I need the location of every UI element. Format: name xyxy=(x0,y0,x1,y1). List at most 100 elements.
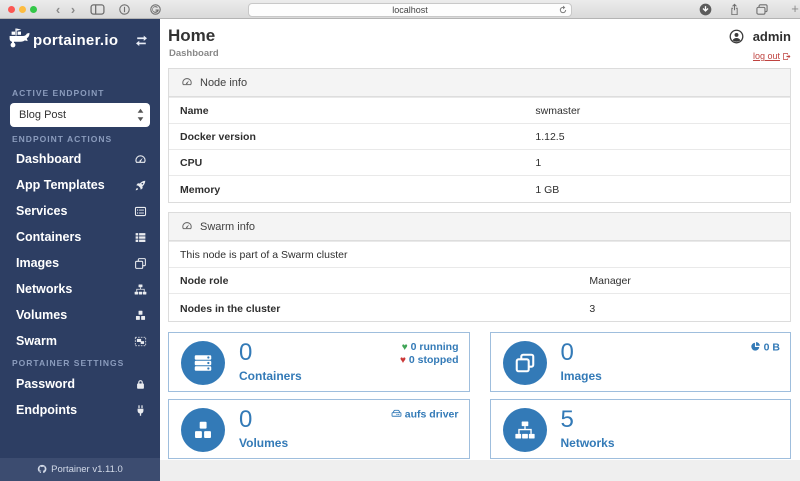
new-tab-button[interactable]: + xyxy=(789,1,800,16)
containers-widget[interactable]: 0 Containers ♥0 running ♥0 stopped xyxy=(168,332,470,392)
heartbeat-running-icon: ♥ xyxy=(402,342,408,353)
back-button[interactable]: ‹ xyxy=(52,2,64,17)
version-text: Portainer v1.11.0 xyxy=(51,464,123,475)
images-size-text: 0 B xyxy=(764,342,780,354)
reload-icon[interactable] xyxy=(558,5,568,18)
table-row: This node is part of a Swarm cluster xyxy=(169,241,790,267)
browser-chrome: ‹ › localhost + xyxy=(0,0,800,19)
sidebar-item-app-templates[interactable]: App Templates xyxy=(0,172,160,198)
sidebar-item-label: Endpoints xyxy=(16,403,77,417)
endpoint-actions-label: ENDPOINT ACTIONS xyxy=(12,134,112,144)
user-icon xyxy=(729,31,748,48)
dashboard-widgets: 0 Containers ♥0 running ♥0 stopped 0 Ima… xyxy=(168,332,791,459)
volumes-count: 0 xyxy=(239,406,252,434)
lock-icon xyxy=(134,378,147,391)
sidebar-item-volumes[interactable]: Volumes xyxy=(0,302,160,328)
table-row: Docker version 1.12.5 xyxy=(169,123,790,149)
containers-icon xyxy=(181,341,225,385)
row-value: 1.12.5 xyxy=(535,131,564,143)
images-stats: 0 B xyxy=(750,341,780,355)
sitemap-icon xyxy=(134,283,147,296)
sidebar-item-containers[interactable]: Containers xyxy=(0,224,160,250)
username: admin xyxy=(753,29,791,44)
logo-text: portainer.io xyxy=(33,32,118,49)
sidebar-item-images[interactable]: Images xyxy=(0,250,160,276)
containers-label: Containers xyxy=(239,369,302,383)
sign-out-icon xyxy=(782,52,791,61)
networks-label: Networks xyxy=(561,436,615,450)
hdd-icon xyxy=(391,409,405,421)
sidebar-item-networks[interactable]: Networks xyxy=(0,276,160,302)
sidebar-menu: Dashboard App Templates Services Contain… xyxy=(0,146,160,354)
tab-overview-icon[interactable] xyxy=(756,4,768,15)
object-group-icon xyxy=(134,335,147,348)
table-row: Nodes in the cluster 3 xyxy=(169,293,790,323)
running-stat: ♥0 running xyxy=(400,341,459,354)
extension-button-1[interactable] xyxy=(119,4,130,15)
volumes-stats: aufs driver xyxy=(391,408,459,422)
images-size-stat: 0 B xyxy=(750,341,780,355)
cubes-icon xyxy=(134,309,147,322)
sidebar-item-services[interactable]: Services xyxy=(0,198,160,224)
sidebar-item-swarm[interactable]: Swarm xyxy=(0,328,160,354)
sidebar-settings-menu: Password Endpoints xyxy=(0,371,160,423)
table-row: Memory 1 GB xyxy=(169,175,790,204)
sidebar-item-label: Volumes xyxy=(16,308,67,322)
sidebar-toggle-icon[interactable] xyxy=(90,4,105,15)
exchange-endpoints-icon[interactable] xyxy=(134,33,149,51)
volumes-widget[interactable]: 0 Volumes aufs driver xyxy=(168,399,470,459)
sidebar-item-label: Password xyxy=(16,377,75,391)
logout-link[interactable]: log out xyxy=(729,51,791,61)
minimize-window-button[interactable] xyxy=(19,6,26,13)
zoom-window-button[interactable] xyxy=(30,6,37,13)
endpoint-select[interactable]: Blog Post xyxy=(10,103,150,127)
row-label: Nodes in the cluster xyxy=(180,303,280,315)
sidebar-item-dashboard[interactable]: Dashboard xyxy=(0,146,160,172)
close-window-button[interactable] xyxy=(8,6,15,13)
active-endpoint-label: ACTIVE ENDPOINT xyxy=(12,88,104,98)
tachometer-icon xyxy=(181,76,193,88)
table-row: Node role Manager xyxy=(169,267,790,293)
row-value: 1 xyxy=(535,157,541,169)
images-label: Images xyxy=(561,369,602,383)
row-label: Node role xyxy=(180,275,228,287)
sidebar-footer[interactable]: Portainer v1.11.0 xyxy=(0,458,160,481)
portainer-settings-label: PORTAINER SETTINGS xyxy=(12,358,124,368)
swarm-info-header: Swarm info xyxy=(169,213,790,241)
address-bar[interactable]: localhost xyxy=(248,3,572,17)
images-icon xyxy=(503,341,547,385)
pie-chart-icon xyxy=(750,342,764,354)
sidebar-item-label: Images xyxy=(16,256,59,270)
sidebar-item-password[interactable]: Password xyxy=(0,371,160,397)
row-value: Manager xyxy=(589,275,630,287)
panel-title: Node info xyxy=(200,77,247,89)
images-widget[interactable]: 0 Images 0 B xyxy=(490,332,792,392)
main-area: Home Dashboard admin log out Node info N… xyxy=(160,19,800,481)
swarm-info-panel: Swarm info This node is part of a Swarm … xyxy=(168,212,791,322)
share-icon[interactable] xyxy=(729,3,740,16)
sidebar-item-label: Containers xyxy=(16,230,81,244)
forward-button[interactable]: › xyxy=(67,2,79,17)
sidebar-item-label: Swarm xyxy=(16,334,57,348)
clone-icon xyxy=(134,257,147,270)
logout-label: log out xyxy=(753,51,780,61)
sidebar-logo[interactable]: portainer.io xyxy=(0,19,160,62)
extension-button-2[interactable] xyxy=(150,4,161,15)
tachometer-icon xyxy=(181,220,193,232)
table-row: CPU 1 xyxy=(169,149,790,175)
main-content: Home Dashboard admin log out Node info N… xyxy=(160,19,800,460)
url-text: localhost xyxy=(392,5,428,15)
networks-count: 5 xyxy=(561,406,574,434)
th-list-icon xyxy=(134,231,147,244)
row-value: 1 GB xyxy=(535,184,559,196)
networks-widget[interactable]: 5 Networks xyxy=(490,399,792,459)
sidebar-item-endpoints[interactable]: Endpoints xyxy=(0,397,160,423)
sidebar-item-label: Dashboard xyxy=(16,152,81,166)
containers-stats: ♥0 running ♥0 stopped xyxy=(400,341,459,367)
row-label: Name xyxy=(180,105,209,117)
containers-count: 0 xyxy=(239,339,252,367)
volumes-icon xyxy=(181,408,225,452)
endpoint-select-value: Blog Post xyxy=(19,109,66,121)
downloads-icon[interactable] xyxy=(699,3,712,16)
rocket-icon xyxy=(134,179,147,192)
